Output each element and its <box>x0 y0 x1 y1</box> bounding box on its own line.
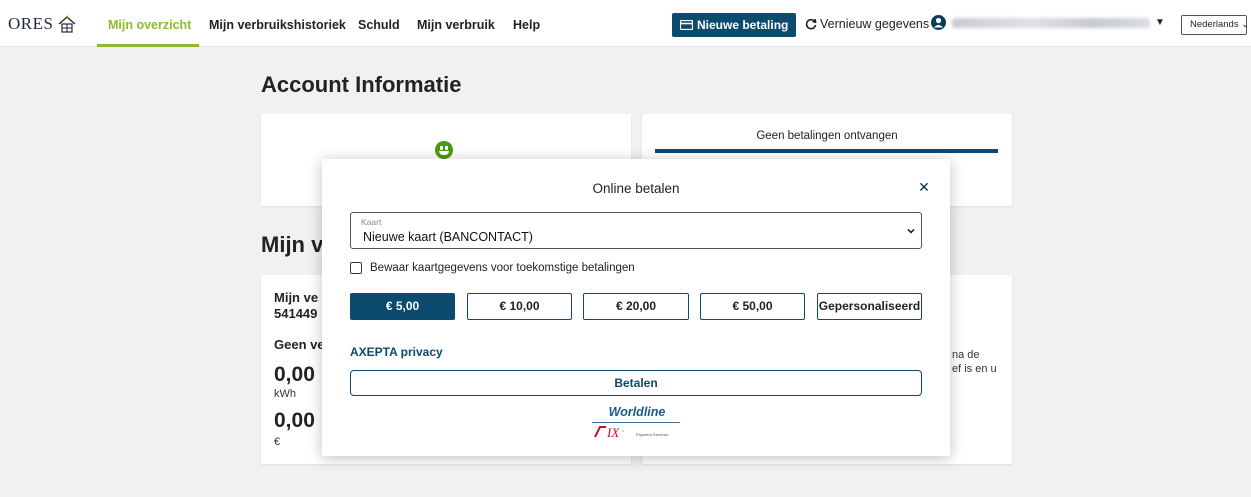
chevron-down-icon <box>907 228 915 234</box>
nav-help[interactable]: Help <box>513 18 540 32</box>
amount-50-button[interactable]: € 50,00 <box>700 293 805 320</box>
info-text-line1: na de <box>952 349 980 361</box>
top-navigation: ORES Mijn overzicht Mijn verbruikshistor… <box>0 0 1251 47</box>
consumption-euro-value: 0,00 <box>274 409 315 432</box>
euro-unit: € <box>274 436 281 448</box>
six-payment-services-logo: IX × Payment Services <box>594 425 668 440</box>
pay-button[interactable]: Betalen <box>350 370 922 396</box>
consumption-kwh-value: 0,00 <box>274 363 315 386</box>
nav-schuld[interactable]: Schuld <box>358 18 400 32</box>
section-title: Mijn v <box>261 232 324 257</box>
modal-title: Online betalen <box>592 181 680 196</box>
amount-5-button[interactable]: € 5,00 <box>350 293 455 320</box>
consumption-label: Mijn ve <box>274 290 319 305</box>
house-logo-icon <box>59 15 76 33</box>
worldline-divider <box>592 422 680 423</box>
amount-20-button[interactable]: € 20,00 <box>583 293 689 320</box>
account-id-blurred <box>952 18 1150 28</box>
info-text-line2: ef is en u <box>952 363 997 375</box>
refresh-label: Vernieuw gegevens <box>820 17 930 31</box>
refresh-data-button[interactable]: Vernieuw gegevens <box>805 17 929 31</box>
card-select[interactable]: Kaart Nieuwe kaart (BANCONTACT) <box>350 212 922 249</box>
save-card-label: Bewaar kaartgegevens voor toekomstige be… <box>370 262 635 274</box>
nav-mijn-overzicht[interactable]: Mijn overzicht <box>108 18 191 32</box>
new-payment-button[interactable]: Nieuwe betaling <box>672 13 797 37</box>
logo-text: ORES <box>8 14 54 33</box>
user-account-icon[interactable] <box>931 15 946 30</box>
ean-number: 541449 <box>274 306 318 321</box>
nav-mijn-verbruikshistoriek[interactable]: Mijn verbruikshistoriek <box>209 18 346 32</box>
ores-logo[interactable]: ORES <box>8 14 77 34</box>
svg-text:IX: IX <box>606 425 620 440</box>
worldline-logo: Worldline <box>608 405 666 419</box>
account-dropdown-caret-icon[interactable]: ▼ <box>1155 17 1165 28</box>
active-nav-underline <box>97 44 199 47</box>
chevron-down-icon: ⌄ <box>1241 19 1246 30</box>
language-value: Nederlands <box>1190 19 1239 30</box>
save-card-checkbox[interactable] <box>350 262 362 274</box>
smiley-icon <box>435 141 453 159</box>
payment-services-text: Payment Services <box>636 432 668 437</box>
card-select-label: Kaart <box>361 217 382 227</box>
svg-text:×: × <box>622 429 624 433</box>
payments-progress-bar <box>655 149 998 153</box>
nav-mijn-verbruik[interactable]: Mijn verbruik <box>417 18 495 32</box>
axepta-privacy-link[interactable]: AXEPTA privacy <box>350 345 443 359</box>
language-select[interactable]: Nederlands ⌄ <box>1181 15 1247 35</box>
amount-custom-button[interactable]: Gepersonaliseerd <box>817 293 922 320</box>
no-payments-text: Geen betalingen ontvangen <box>756 130 898 142</box>
online-payment-modal: Online betalen ✕ Kaart Nieuwe kaart (BAN… <box>322 159 950 456</box>
save-card-option[interactable]: Bewaar kaartgegevens voor toekomstige be… <box>350 262 635 274</box>
close-icon[interactable]: ✕ <box>917 180 931 194</box>
credit-card-icon <box>680 20 693 30</box>
page-title: Account Informatie <box>261 72 462 97</box>
refresh-icon <box>805 18 817 30</box>
new-payment-label: Nieuwe betaling <box>697 18 789 32</box>
kwh-unit: kWh <box>274 388 296 400</box>
person-icon <box>934 17 943 28</box>
card-select-value: Nieuwe kaart (BANCONTACT) <box>363 230 533 244</box>
consumption-status: Geen ve <box>274 337 325 352</box>
amount-10-button[interactable]: € 10,00 <box>467 293 572 320</box>
